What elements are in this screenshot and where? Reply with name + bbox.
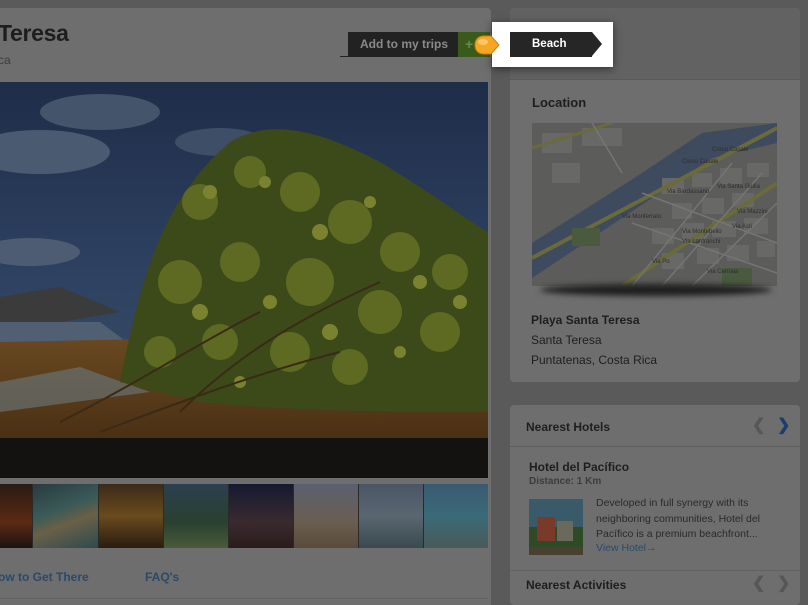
divider — [0, 598, 488, 599]
map-label: Via Santa Giulia — [717, 184, 761, 190]
beach-tag[interactable]: Beach — [510, 32, 602, 57]
page-subtitle: ca — [0, 53, 11, 67]
nearest-activities-heading: Nearest Activities — [526, 578, 627, 592]
map-label: Via Cernaia — [707, 269, 739, 275]
map-shadow — [540, 284, 772, 296]
activities-prev-arrow-icon[interactable]: ❮ — [752, 573, 765, 593]
thumbnail-sandy-shore[interactable] — [294, 484, 358, 548]
thumbnail-dusk-clouds[interactable] — [229, 484, 293, 548]
map-label: Via Lanfranchi — [682, 239, 720, 245]
thumbnail-cloudy-beach[interactable] — [359, 484, 423, 548]
location-map[interactable]: Corso Casale Corso Casale Via Monferrato… — [532, 123, 777, 286]
thumbnail-beach-aerial[interactable] — [33, 484, 98, 548]
hero-caption-bar — [0, 438, 488, 478]
map-label: Via Bardassano — [667, 189, 710, 195]
hotel-thumbnail[interactable] — [529, 499, 583, 555]
location-heading: Location — [532, 95, 587, 110]
location-line-1: Santa Teresa — [531, 333, 602, 347]
map-label: Via Montebello — [682, 229, 722, 235]
location-line-2: Puntatenas, Costa Rica — [531, 353, 658, 367]
map-label: Via Asti — [732, 224, 752, 230]
map-image: Corso Casale Corso Casale Via Monferrato… — [532, 123, 777, 286]
thumbnail-strip — [0, 484, 488, 548]
activities-next-arrow-icon[interactable]: ❯ — [777, 573, 790, 593]
view-hotel-link[interactable]: View Hotel→ — [596, 542, 657, 554]
map-label: Via Monferrato — [622, 214, 662, 220]
hero-photo-image — [0, 82, 488, 438]
faqs-link[interactable]: FAQ's — [145, 570, 179, 584]
thumbnail-blue-coast[interactable] — [424, 484, 488, 548]
thumbnail-sunset-rocks[interactable] — [0, 484, 32, 548]
map-label: Via Po — [652, 259, 670, 265]
hotel-thumbnail-image — [529, 499, 583, 555]
page-title: Teresa — [0, 20, 69, 46]
tooltip-pointer-icon — [474, 35, 500, 55]
hero-photo[interactable] — [0, 82, 488, 438]
how-to-get-there-link[interactable]: ow to Get There — [0, 570, 89, 584]
hotels-next-arrow-icon[interactable]: ❯ — [777, 415, 790, 435]
hotels-prev-arrow-icon[interactable]: ❮ — [752, 415, 765, 435]
thumbnail-palm-trees[interactable] — [164, 484, 228, 548]
hotel-description: Developed in full synergy with its neigh… — [596, 497, 761, 540]
map-label: Corso Casale — [682, 159, 719, 165]
thumbnail-golden-sunset[interactable] — [99, 484, 163, 548]
nearest-hotels-heading: Nearest Hotels — [526, 420, 611, 434]
map-label: Via Mazzini — [737, 209, 768, 215]
map-label: Corso Casale — [712, 147, 749, 153]
hotel-name[interactable]: Hotel del Pacífico — [529, 460, 629, 474]
hotel-distance: Distance: 1 Km — [529, 476, 602, 487]
add-to-trips-button[interactable]: Add to my trips — [340, 32, 460, 57]
location-name: Playa Santa Teresa — [531, 313, 640, 327]
divider — [510, 570, 800, 571]
